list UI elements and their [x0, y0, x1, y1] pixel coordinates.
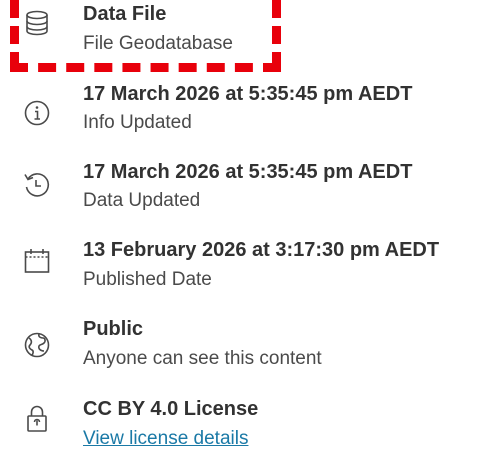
highlight-border-right [272, 0, 281, 70]
highlight-border-bottom [10, 63, 281, 72]
published-date-title: 13 February 2026 at 3:17:30 pm AEDT [83, 239, 440, 261]
view-license-details-link[interactable]: View license details [83, 427, 248, 451]
info-updated-subtitle: Info Updated [83, 112, 192, 133]
data-file-subtitle: File Geodatabase [83, 33, 233, 54]
database-icon [22, 8, 52, 38]
history-icon [22, 170, 52, 200]
info-icon [22, 98, 52, 128]
license-lock-icon [22, 404, 52, 434]
access-subtitle: Anyone can see this content [83, 348, 322, 369]
data-file-title: Data File [83, 3, 167, 25]
license-title: CC BY 4.0 License [83, 398, 259, 420]
calendar-icon [22, 246, 52, 276]
data-updated-title: 17 March 2026 at 5:35:45 pm AEDT [83, 161, 413, 183]
data-updated-subtitle: Data Updated [83, 190, 201, 211]
published-date-subtitle: Published Date [83, 269, 212, 290]
access-title: Public [83, 318, 144, 340]
info-updated-title: 17 March 2026 at 5:35:45 pm AEDT [83, 83, 413, 105]
highlight-border-left [10, 0, 19, 70]
globe-icon [22, 330, 52, 360]
